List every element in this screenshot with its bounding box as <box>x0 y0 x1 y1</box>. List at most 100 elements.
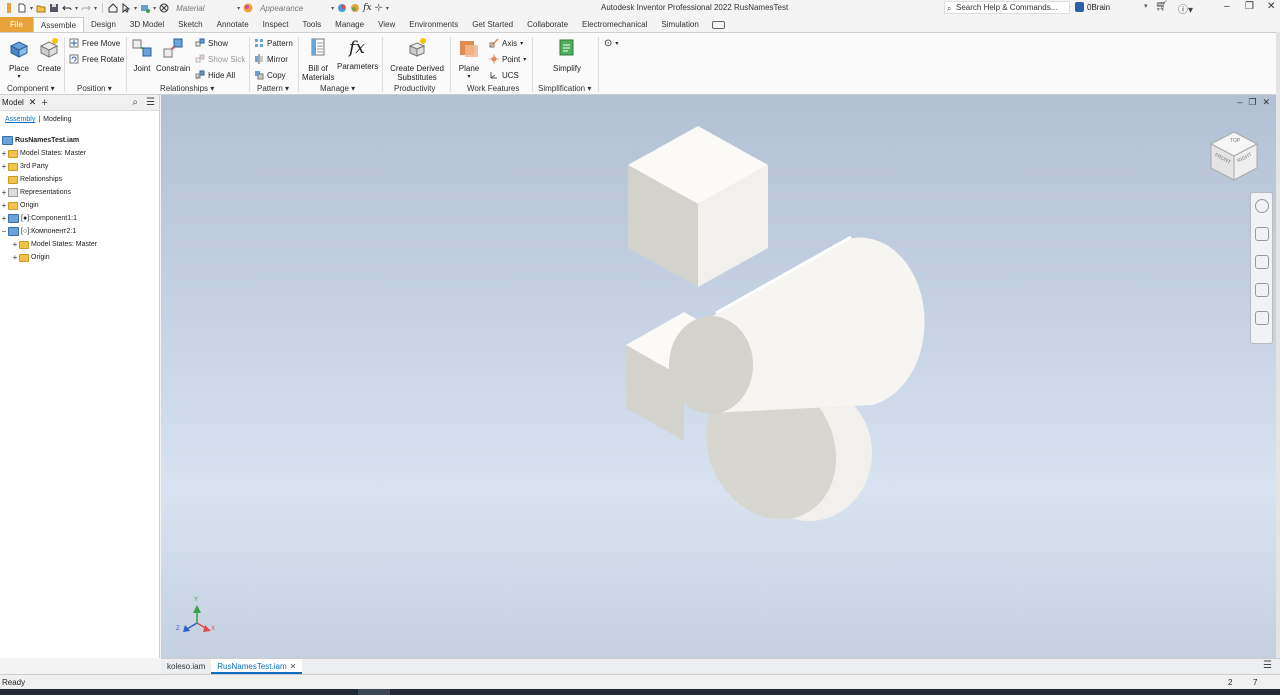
ucs-button[interactable]: UCS <box>489 70 519 80</box>
expand-icon[interactable]: + <box>0 162 8 171</box>
document-menu-icon[interactable]: ☰ <box>1263 660 1272 671</box>
browser-menu-icon[interactable]: ☰ <box>146 97 155 108</box>
fx-parameters-icon[interactable]: fx <box>363 3 371 13</box>
tab-3d-model[interactable]: 3D Model <box>123 17 171 32</box>
parameters-button[interactable]: fx Parameters <box>337 37 378 71</box>
customize-qat-icon[interactable]: ▾ <box>386 5 389 12</box>
select-dropdown-icon[interactable]: ▾ <box>134 5 137 12</box>
show-button[interactable]: Show <box>195 38 228 48</box>
copy-button[interactable]: Copy <box>254 70 286 80</box>
create-button[interactable]: Create <box>36 37 62 73</box>
appearance-dropdown-icon[interactable]: ▾ <box>331 5 334 12</box>
tab-environments[interactable]: Environments <box>402 17 465 32</box>
add-in-button[interactable]: ⊙ ▾ <box>604 38 618 49</box>
appearance-combo[interactable]: Appearance <box>256 2 328 15</box>
open-folder-icon[interactable] <box>36 3 46 13</box>
tree-item-component2-origin[interactable]: + Origin <box>11 251 50 264</box>
browser-tab-model[interactable]: Model <box>2 98 24 107</box>
position-panel-label[interactable]: Position ▾ <box>77 84 112 93</box>
tab-annotate[interactable]: Annotate <box>210 17 256 32</box>
place-button[interactable]: Place ▾ <box>6 37 32 80</box>
manage-panel-label[interactable]: Manage ▾ <box>320 84 355 93</box>
vertical-scrollbar[interactable] <box>1276 32 1280 682</box>
joint-button[interactable]: Joint <box>130 37 154 73</box>
orbit-icon[interactable] <box>1254 283 1269 297</box>
pattern-button[interactable]: Pattern <box>254 38 293 48</box>
collapse-icon[interactable]: − <box>0 227 8 236</box>
material-dropdown-icon[interactable]: ▾ <box>237 5 240 12</box>
point-button[interactable]: Point ▾ <box>489 54 526 64</box>
search-help-input[interactable]: ⌕ Search Help & Commands... <box>944 1 1070 14</box>
tree-item-component2[interactable]: − [○]:Компонент2:1 <box>0 225 76 238</box>
expand-icon[interactable]: + <box>0 214 8 223</box>
tab-view[interactable]: View <box>371 17 402 32</box>
close-browser-icon[interactable]: ✕ <box>29 97 37 108</box>
plane-button[interactable]: Plane ▾ <box>455 37 483 80</box>
ribbon-display-toggle-icon[interactable] <box>711 20 725 29</box>
add-icon[interactable]: ✛ <box>375 3 383 14</box>
assembly-view-tab[interactable]: Assembly <box>5 116 35 123</box>
bill-of-materials-button[interactable]: Bill of Materials <box>302 37 334 82</box>
steering-wheel-icon[interactable] <box>1254 199 1269 213</box>
graphics-viewport[interactable]: – ❐ ✕ Y X Z TOP FRONT RIGHT <box>161 95 1276 658</box>
close-doc-icon[interactable]: ✕ <box>290 662 297 671</box>
undo-icon[interactable] <box>62 3 72 13</box>
inventor-logo-icon[interactable] <box>4 3 14 13</box>
doc-tab-koleso[interactable]: koleso.iam <box>161 659 211 674</box>
viewcube[interactable]: TOP FRONT RIGHT <box>1208 130 1260 184</box>
user-dropdown-icon[interactable]: ▾ <box>1144 2 1148 10</box>
tree-item-representations[interactable]: + Representations <box>0 186 71 199</box>
user-account[interactable]: 0Brain <box>1075 2 1110 12</box>
tab-collaborate[interactable]: Collaborate <box>520 17 575 32</box>
tab-manage[interactable]: Manage <box>328 17 371 32</box>
expand-icon[interactable]: + <box>0 149 8 158</box>
free-rotate-button[interactable]: Free Rotate <box>69 54 124 64</box>
zoom-icon[interactable] <box>1254 255 1269 269</box>
pan-hand-icon[interactable] <box>1254 227 1269 241</box>
redo-dropdown-icon[interactable]: ▾ <box>94 5 97 12</box>
adjust-appearance-icon[interactable] <box>337 3 347 13</box>
tree-item-origin[interactable]: + Origin <box>0 199 39 212</box>
doc-tab-rusnamestest[interactable]: RusNamesTest.iam ✕ <box>211 659 303 674</box>
cube-part[interactable] <box>628 126 768 287</box>
expand-icon[interactable]: + <box>11 240 19 249</box>
undo-dropdown-icon[interactable]: ▾ <box>75 5 78 12</box>
tree-item-component2-model-states[interactable]: + Model States: Master <box>11 238 97 251</box>
expand-icon[interactable]: + <box>11 253 19 262</box>
appearance-icon[interactable] <box>243 3 253 13</box>
pattern-panel-label[interactable]: Pattern ▾ <box>257 84 289 93</box>
new-dropdown-icon[interactable]: ▾ <box>30 5 33 12</box>
tree-item-model-states[interactable]: + Model States: Master <box>0 147 86 160</box>
tree-item-root-assembly[interactable]: RusNamesTest.iam <box>2 134 79 147</box>
component-panel-label[interactable]: Component ▾ <box>7 84 55 93</box>
axis-button[interactable]: Axis ▾ <box>489 38 523 48</box>
tab-inspect[interactable]: Inspect <box>256 17 296 32</box>
cart-icon[interactable]: 🛒︎ <box>1155 1 1168 12</box>
home-icon[interactable] <box>108 3 118 13</box>
create-derived-substitutes-button[interactable]: Create Derived Substitutes <box>386 37 448 82</box>
look-at-icon[interactable] <box>1254 311 1269 325</box>
hide-all-button[interactable]: Hide All <box>195 70 235 80</box>
add-browser-icon[interactable]: + <box>41 97 47 109</box>
redo-icon[interactable] <box>81 3 91 13</box>
expand-icon[interactable]: + <box>0 188 8 197</box>
viewcube-top-label[interactable]: TOP <box>1230 138 1240 144</box>
mirror-button[interactable]: Mirror <box>254 54 288 64</box>
search-browser-icon[interactable]: ⌕ <box>132 97 138 108</box>
new-file-icon[interactable] <box>17 3 27 13</box>
material-icon[interactable] <box>159 3 169 13</box>
tree-item-relationships[interactable]: Relationships <box>0 173 62 186</box>
simplify-button[interactable]: Simplify <box>549 37 585 73</box>
model-geometry[interactable] <box>161 95 1276 658</box>
save-icon[interactable] <box>49 3 59 13</box>
tab-sketch[interactable]: Sketch <box>171 17 209 32</box>
tab-file[interactable]: File <box>0 17 33 32</box>
tab-simulation[interactable]: Simulation <box>654 17 705 32</box>
tab-electromechanical[interactable]: Electromechanical <box>575 17 654 32</box>
minimize-icon[interactable]: – <box>1224 1 1230 12</box>
tab-get-started[interactable]: Get Started <box>465 17 520 32</box>
tab-assemble[interactable]: Assemble <box>32 17 85 32</box>
update-icon[interactable] <box>140 3 151 13</box>
show-sick-button[interactable]: Show Sick <box>195 54 245 64</box>
help-icon[interactable]: ⓘ▾ <box>1178 1 1193 16</box>
